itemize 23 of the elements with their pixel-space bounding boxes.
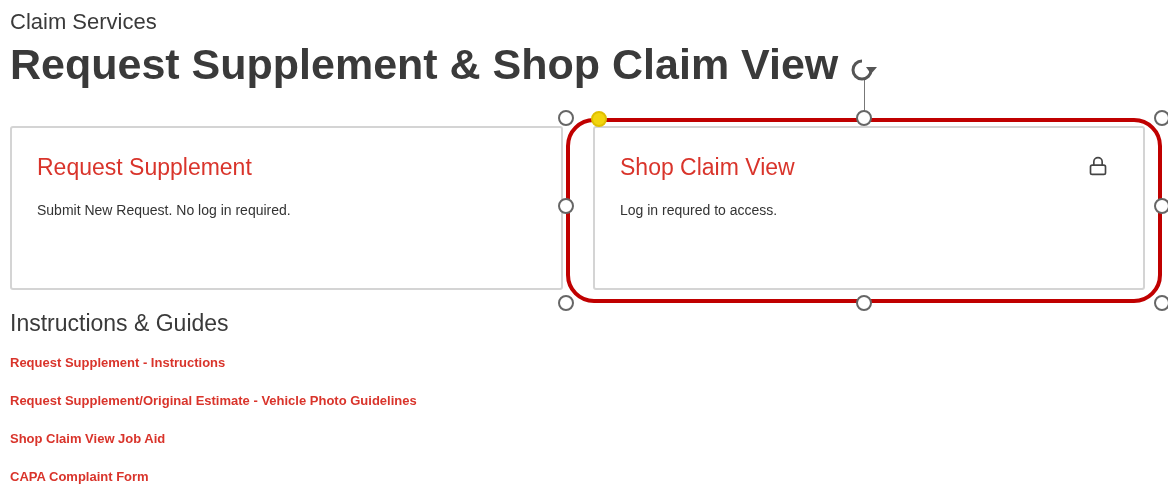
selection-handle[interactable] (1154, 295, 1168, 311)
card-description: Log in requred to access. (620, 201, 779, 220)
selection-handle[interactable] (558, 198, 574, 214)
selection-handle[interactable] (558, 295, 574, 311)
card-description: Submit New Request. No log in required. (37, 201, 292, 220)
card-title: Shop Claim View (620, 153, 795, 182)
section-heading: Instructions & Guides (10, 309, 230, 338)
selection-handle[interactable] (856, 110, 872, 126)
guide-link[interactable]: Shop Claim View Job Aid (10, 430, 166, 448)
guide-link[interactable]: Request Supplement/Original Estimate - Vehicle Photo Guidelines (10, 392, 417, 410)
selection-handle[interactable] (1154, 110, 1168, 126)
rotate-icon[interactable] (850, 58, 878, 82)
selection-handle[interactable] (591, 111, 607, 127)
guide-link[interactable]: Request Supplement - Instructions (10, 354, 226, 372)
section-label: Claim Services (10, 8, 158, 36)
card-title: Request Supplement (37, 153, 252, 182)
selection-handle[interactable] (558, 110, 574, 126)
guide-link[interactable]: CAPA Complaint Form (10, 468, 149, 486)
service-card[interactable]: Shop Claim View Log in requred to access. (593, 126, 1145, 290)
selection-handle[interactable] (856, 295, 872, 311)
service-card[interactable]: Request Supplement Submit New Request. No log in required. (10, 126, 563, 290)
page-title: Request Supplement & Shop Claim View (10, 39, 839, 90)
selection-handle[interactable] (1154, 198, 1168, 214)
